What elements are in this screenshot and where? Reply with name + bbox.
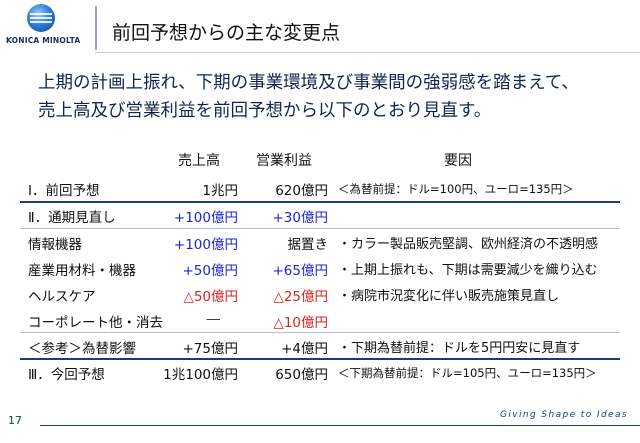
footer-divider	[40, 425, 640, 426]
row-op: +4億円	[281, 341, 328, 357]
row-sales: 1兆100億円	[163, 367, 238, 383]
logo-wordmark: KONICA MINOLTA	[6, 36, 81, 45]
table-row: コーポレート他・消去 ― △10億円	[20, 308, 620, 332]
row-label: Ⅰ．前回予想	[28, 183, 100, 199]
header-sales: 売上高	[178, 153, 220, 169]
row-label: Ⅲ．今回予想	[28, 367, 105, 383]
header-reason: 要因	[444, 153, 472, 169]
row-reason: 病院市況変化に伴い販売施策見直し	[338, 285, 559, 304]
row-divider	[20, 228, 620, 229]
row-label: 産業用材料・機器	[28, 263, 136, 279]
row-label: 情報機器	[28, 237, 82, 253]
row-label: ＜参考＞為替影響	[28, 341, 136, 357]
row-reason: ＜下期為替前提：ドル=105円、ユーロ=135円＞	[338, 366, 597, 380]
lead-text: 上期の計画上振れ、下期の事業環境及び事業間の強弱感を踏まえて、 売上高及び営業利…	[38, 69, 579, 125]
row-label: Ⅱ．通期見直し	[28, 210, 116, 226]
title-separator	[95, 6, 97, 50]
table-row: Ⅰ．前回予想 1兆円 620億円 ＜為替前提：ドル=100円、ユーロ=135円＞	[20, 176, 620, 200]
lead-line-2: 売上高及び営業利益を前回予想から以下のとおり見直す。	[38, 101, 492, 121]
page-title: 前回予想からの主な変更点	[112, 22, 341, 44]
row-sales: +75億円	[182, 341, 239, 357]
row-op: +30億円	[272, 210, 329, 226]
row-sales: +100億円	[173, 210, 238, 226]
row-sales: ―	[206, 311, 221, 327]
row-sales: 1兆円	[202, 183, 238, 199]
row-op: 650億円	[275, 367, 328, 383]
company-logo: KONICA MINOLTA	[0, 0, 92, 56]
header-operating-profit: 営業利益	[256, 153, 312, 169]
header-divider	[95, 52, 640, 53]
row-label: コーポレート他・消去	[28, 315, 163, 331]
row-sales: △50億円	[183, 289, 238, 305]
lead-line-1: 上期の計画上振れ、下期の事業環境及び事業間の強弱感を踏まえて、	[38, 73, 579, 93]
row-divider	[20, 332, 620, 333]
logo-globe-icon	[27, 4, 55, 32]
row-sales: +100億円	[173, 237, 238, 253]
table-row: 産業用材料・機器 +50億円 +65億円 上期上振れも、下期は需要減少を織り込む	[20, 256, 620, 280]
row-op: +65億円	[272, 263, 329, 279]
row-op: 620億円	[275, 183, 328, 199]
table-row: ＜参考＞為替影響 +75億円 +4億円 下期為替前提：ドルを5円円安に見直す	[20, 334, 620, 358]
row-reason: 上期上振れも、下期は需要減少を織り込む	[338, 259, 598, 278]
table-row: Ⅱ．通期見直し +100億円 +30億円	[20, 203, 620, 227]
row-reason: 下期為替前提：ドルを5円円安に見直す	[338, 337, 580, 356]
footer-tagline: Giving Shape to Ideas	[499, 410, 628, 420]
table-row: Ⅲ．今回予想 1兆100億円 650億円 ＜下期為替前提：ドル=105円、ユーロ…	[20, 360, 620, 384]
row-reason: カラー製品販売堅調、欧州経済の不透明感	[338, 233, 598, 252]
table-row: ヘルスケア △50億円 △25億円 病院市況変化に伴い販売施策見直し	[20, 282, 620, 306]
row-sales: +50億円	[182, 263, 239, 279]
page-number: 17	[8, 414, 22, 427]
row-reason: ＜為替前提：ドル=100円、ユーロ=135円＞	[338, 182, 574, 196]
row-label: ヘルスケア	[28, 289, 96, 305]
row-op: △25億円	[273, 289, 328, 305]
row-op: 据置き	[287, 237, 329, 253]
table-row: 情報機器 +100億円 据置き カラー製品販売堅調、欧州経済の不透明感	[20, 230, 620, 254]
row-op: △10億円	[273, 315, 328, 331]
